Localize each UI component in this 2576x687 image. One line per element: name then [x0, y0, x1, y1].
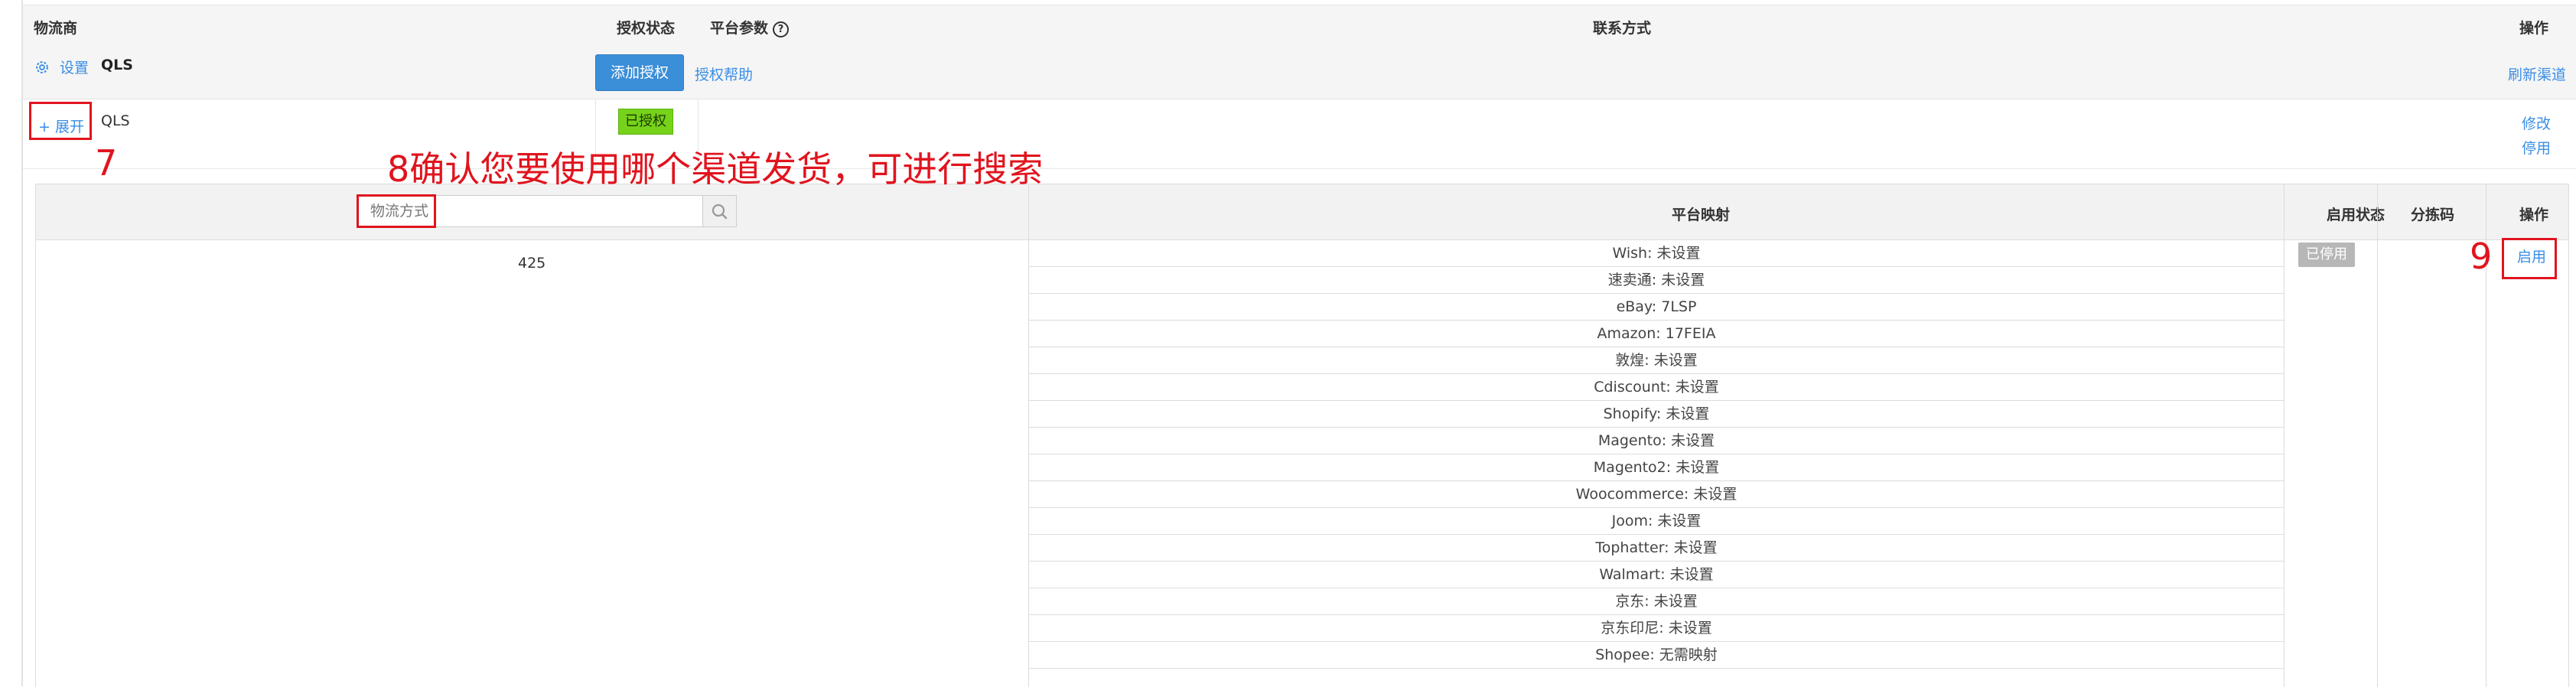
- annotation-step-9: 9: [2470, 236, 2493, 277]
- header-platform-mapping: 平台映射: [1672, 207, 1731, 223]
- header-platform-params: 平台参数?: [710, 17, 790, 37]
- mapping-item: Shopee: 无需映射: [1029, 642, 2284, 669]
- settings-link[interactable]: 设置: [34, 57, 89, 77]
- mapping-item: Woocommerce: 未设置: [1029, 481, 2284, 508]
- mapping-item: eBay: 7LSP: [1029, 294, 2284, 321]
- edit-link[interactable]: 修改: [2522, 112, 2551, 133]
- header-actions: 操作: [2519, 20, 2549, 37]
- add-auth-button[interactable]: 添加授权: [595, 54, 684, 91]
- mapping-item: 京东印尼: 未设置: [1029, 615, 2284, 642]
- disabled-status-badge: 已停用: [2298, 243, 2355, 267]
- mapping-item: Cdiscount: 未设置: [1029, 374, 2284, 401]
- search-icon: [712, 203, 728, 220]
- mapping-item: 敦煌: 未设置: [1029, 347, 2284, 374]
- header-carrier: 物流商: [34, 20, 78, 37]
- account-name: QLS: [101, 112, 130, 129]
- annotation-box-expand: [29, 102, 92, 140]
- settings-label: 设置: [60, 60, 90, 77]
- header-contact: 联系方式: [1593, 20, 1652, 37]
- provider-row: 设置 QLS 添加授权 授权帮助 刷新渠道: [23, 45, 2576, 99]
- channel-code: 425: [518, 255, 546, 272]
- header-auth-status: 授权状态: [617, 20, 676, 37]
- header-channel-actions: 操作: [2519, 207, 2549, 223]
- search-button[interactable]: [703, 195, 737, 227]
- auth-help-link[interactable]: 授权帮助: [695, 63, 753, 84]
- header-enable-status: 启用状态: [2327, 207, 2385, 223]
- mapping-item: 京东: 未设置: [1029, 588, 2284, 615]
- mapping-item: Shopify: 未设置: [1029, 401, 2284, 428]
- mapping-item: 速卖通: 未设置: [1029, 267, 2284, 294]
- gear-icon: [36, 61, 48, 73]
- annotation-box-enable: [2502, 238, 2557, 279]
- channel-table: 平台映射 启用状态 分拣码 操作 425 Wish: 未设置 速卖通: 未设置 …: [35, 184, 2569, 687]
- mapping-item: Magento2: 未设置: [1029, 454, 2284, 481]
- mapping-item: Wish: 未设置: [1029, 240, 2284, 267]
- authorized-status-badge: 已授权: [618, 109, 673, 135]
- help-circle-icon[interactable]: ?: [773, 21, 790, 37]
- logistics-settings-page: 物流商 授权状态 平台参数? 联系方式 操作 设置 QLS 添加授权 授权帮助 …: [0, 0, 2576, 687]
- mapping-item: Joom: 未设置: [1029, 508, 2284, 535]
- disable-link[interactable]: 停用: [2522, 137, 2551, 158]
- refresh-channel-link[interactable]: 刷新渠道: [2508, 63, 2566, 84]
- mapping-item: Magento: 未设置: [1029, 428, 2284, 454]
- table-header: 物流商 授权状态 平台参数? 联系方式 操作: [23, 5, 2576, 46]
- provider-name: QLS: [101, 57, 133, 73]
- annotation-box-search: [357, 194, 436, 228]
- platform-mapping-list: Wish: 未设置 速卖通: 未设置 eBay: 7LSP Amazon: 17…: [1029, 240, 2284, 669]
- annotation-step-7: 7: [95, 142, 118, 184]
- mapping-item: Walmart: 未设置: [1029, 562, 2284, 588]
- mapping-item: Amazon: 17FEIA: [1029, 321, 2284, 347]
- mapping-item: Tophatter: 未设置: [1029, 535, 2284, 562]
- header-sort-code: 分拣码: [2411, 207, 2455, 223]
- annotation-step-8: 8确认您要使用哪个渠道发货，可进行搜索: [387, 148, 1044, 190]
